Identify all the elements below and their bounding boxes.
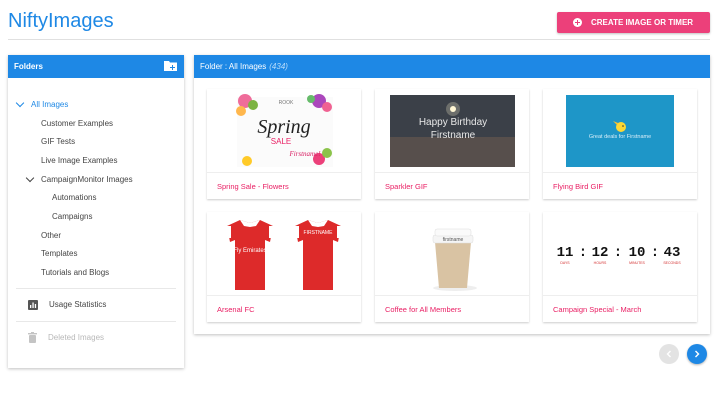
sparkler-happy-text: Happy Birthday (419, 117, 487, 128)
image-thumbnail[interactable]: firstname (375, 212, 529, 296)
image-count: (434) (269, 62, 288, 71)
spring-sale-spring-text: Spring (257, 116, 310, 138)
folder-templates[interactable]: Templates (8, 245, 184, 264)
folder-label: Tutorials and Blogs (41, 268, 110, 278)
image-thumbnail[interactable]: 11 : 12 : 10 : 43 DAYS HOURS MINUTES SEC… (543, 212, 697, 296)
card-title[interactable]: Flying Bird GIF (553, 182, 603, 191)
create-image-button[interactable]: CREATE IMAGE OR TIMER (557, 12, 710, 33)
chevron-right-icon (695, 350, 700, 358)
countdown-image: 11 : 12 : 10 : 43 DAYS HOURS MINUTES SEC… (543, 212, 697, 295)
folders-header: Folders (8, 55, 184, 78)
card-title[interactable]: Campaign Special - March (553, 305, 641, 314)
chevron-down-icon[interactable] (25, 173, 35, 182)
folder-label: Other (41, 230, 62, 240)
countdown-hours-label: HOURS (594, 261, 607, 265)
deleted-images-link[interactable]: Deleted Images (8, 322, 184, 354)
deleted-images-label: Deleted Images (48, 333, 105, 343)
folder-label: CampaignMonitor Images (41, 174, 133, 184)
card-title[interactable]: Sparkler GIF (385, 182, 428, 191)
spring-sale-firstname-text: Firstname! (288, 150, 321, 158)
coffee-image: firstname (375, 212, 529, 295)
folder-campaignmonitor-images[interactable]: CampaignMonitor Images (8, 170, 184, 189)
sparkler-image: Happy Birthday Firstname (375, 89, 529, 172)
card-title[interactable]: Coffee for All Members (385, 305, 461, 314)
folder-label: Live Image Examples (41, 155, 118, 165)
countdown-minutes-label: MINUTES (629, 261, 645, 265)
header-divider (8, 39, 710, 40)
folder-automations[interactable]: Automations (8, 188, 184, 207)
bar-chart-icon (28, 299, 38, 310)
folder-other[interactable]: Other (8, 226, 184, 245)
countdown-seconds: 43 (664, 245, 681, 261)
spring-sale-sale-text: SALE (271, 137, 291, 146)
image-card[interactable]: 11 : 12 : 10 : 43 DAYS HOURS MINUTES SEC… (543, 212, 697, 322)
next-page-button[interactable] (687, 344, 707, 364)
countdown-hours: 12 (592, 245, 609, 261)
folder-label: All Images (31, 99, 69, 109)
usage-statistics-link[interactable]: Usage Statistics (8, 289, 184, 321)
folder-all-images[interactable]: All Images (8, 95, 184, 114)
svg-text::: : (614, 245, 622, 261)
svg-text::: : (579, 245, 587, 261)
countdown-seconds-label: SECONDS (663, 261, 681, 265)
image-card[interactable]: ROOK Spring SALE Firstname! Spring Sale … (207, 89, 361, 199)
add-circle-icon (573, 18, 582, 27)
folder-campaigns[interactable]: Campaigns (8, 207, 184, 226)
svg-text::: : (651, 245, 659, 261)
folder-label: Templates (41, 249, 78, 259)
folder-label: Campaigns (52, 211, 93, 221)
app-title: NiftyImages (8, 10, 114, 32)
create-image-label: CREATE IMAGE OR TIMER (591, 18, 694, 27)
spring-sale-image: ROOK Spring SALE Firstname! (207, 89, 361, 172)
countdown-minutes: 10 (629, 245, 646, 261)
image-card[interactable]: firstname Coffee for All Members (375, 212, 529, 322)
image-card[interactable]: Great deals for Firstname Flying Bird GI… (543, 89, 697, 199)
image-thumbnail[interactable]: ROOK Spring SALE Firstname! (207, 89, 361, 173)
image-card[interactable]: Fly Emirates FIRSTNAME Arsenal FC (207, 212, 361, 322)
folder-tutorials-and-blogs[interactable]: Tutorials and Blogs (8, 263, 184, 282)
folder-live-image-examples[interactable]: Live Image Examples (8, 151, 184, 170)
trash-icon (28, 332, 37, 344)
spring-sale-rook-text: ROOK (279, 100, 294, 106)
folder-header: Folder : All Images (434) (194, 55, 710, 78)
arsenal-image: Fly Emirates FIRSTNAME (207, 212, 361, 295)
chevron-left-icon (666, 350, 671, 358)
countdown-days: 11 (557, 245, 574, 261)
folder-label: GIF Tests (41, 137, 76, 147)
previous-page-button[interactable] (659, 344, 679, 364)
image-card[interactable]: Happy Birthday Firstname Sparkler GIF (375, 89, 529, 199)
folder-gif-tests[interactable]: GIF Tests (8, 132, 184, 151)
image-thumbnail[interactable]: Happy Birthday Firstname (375, 89, 529, 173)
arsenal-sponsor-text: Fly Emirates (233, 248, 266, 254)
image-thumbnail[interactable]: Fly Emirates FIRSTNAME (207, 212, 361, 296)
flying-bird-text: Great deals for Firstname (589, 134, 651, 140)
folder-label: Automations (52, 193, 97, 203)
image-grid-panel: Folder : All Images (434) ROOK Spring SA… (194, 55, 710, 334)
card-title[interactable]: Arsenal FC (217, 305, 255, 314)
folder-customer-examples[interactable]: Customer Examples (8, 114, 184, 133)
sparkler-firstname-text: Firstname (431, 130, 476, 141)
arsenal-name-text: FIRSTNAME (304, 230, 334, 236)
chevron-down-icon[interactable] (15, 98, 25, 108)
image-thumbnail[interactable]: Great deals for Firstname (543, 89, 697, 173)
folders-title: Folders (14, 62, 43, 71)
coffee-firstname-text: firstname (443, 237, 464, 243)
folder-header-title: Folder : All Images (200, 62, 267, 71)
new-folder-icon[interactable] (164, 60, 177, 71)
folder-label: Customer Examples (41, 118, 114, 128)
folders-panel: Folders All Images Customer Examples GIF… (8, 55, 184, 368)
folder-tree: All Images Customer Examples GIF Tests L… (8, 78, 184, 282)
flying-bird-image: Great deals for Firstname (543, 89, 697, 172)
countdown-days-label: DAYS (560, 261, 570, 265)
card-title[interactable]: Spring Sale - Flowers (217, 182, 289, 191)
usage-statistics-label: Usage Statistics (49, 300, 107, 310)
